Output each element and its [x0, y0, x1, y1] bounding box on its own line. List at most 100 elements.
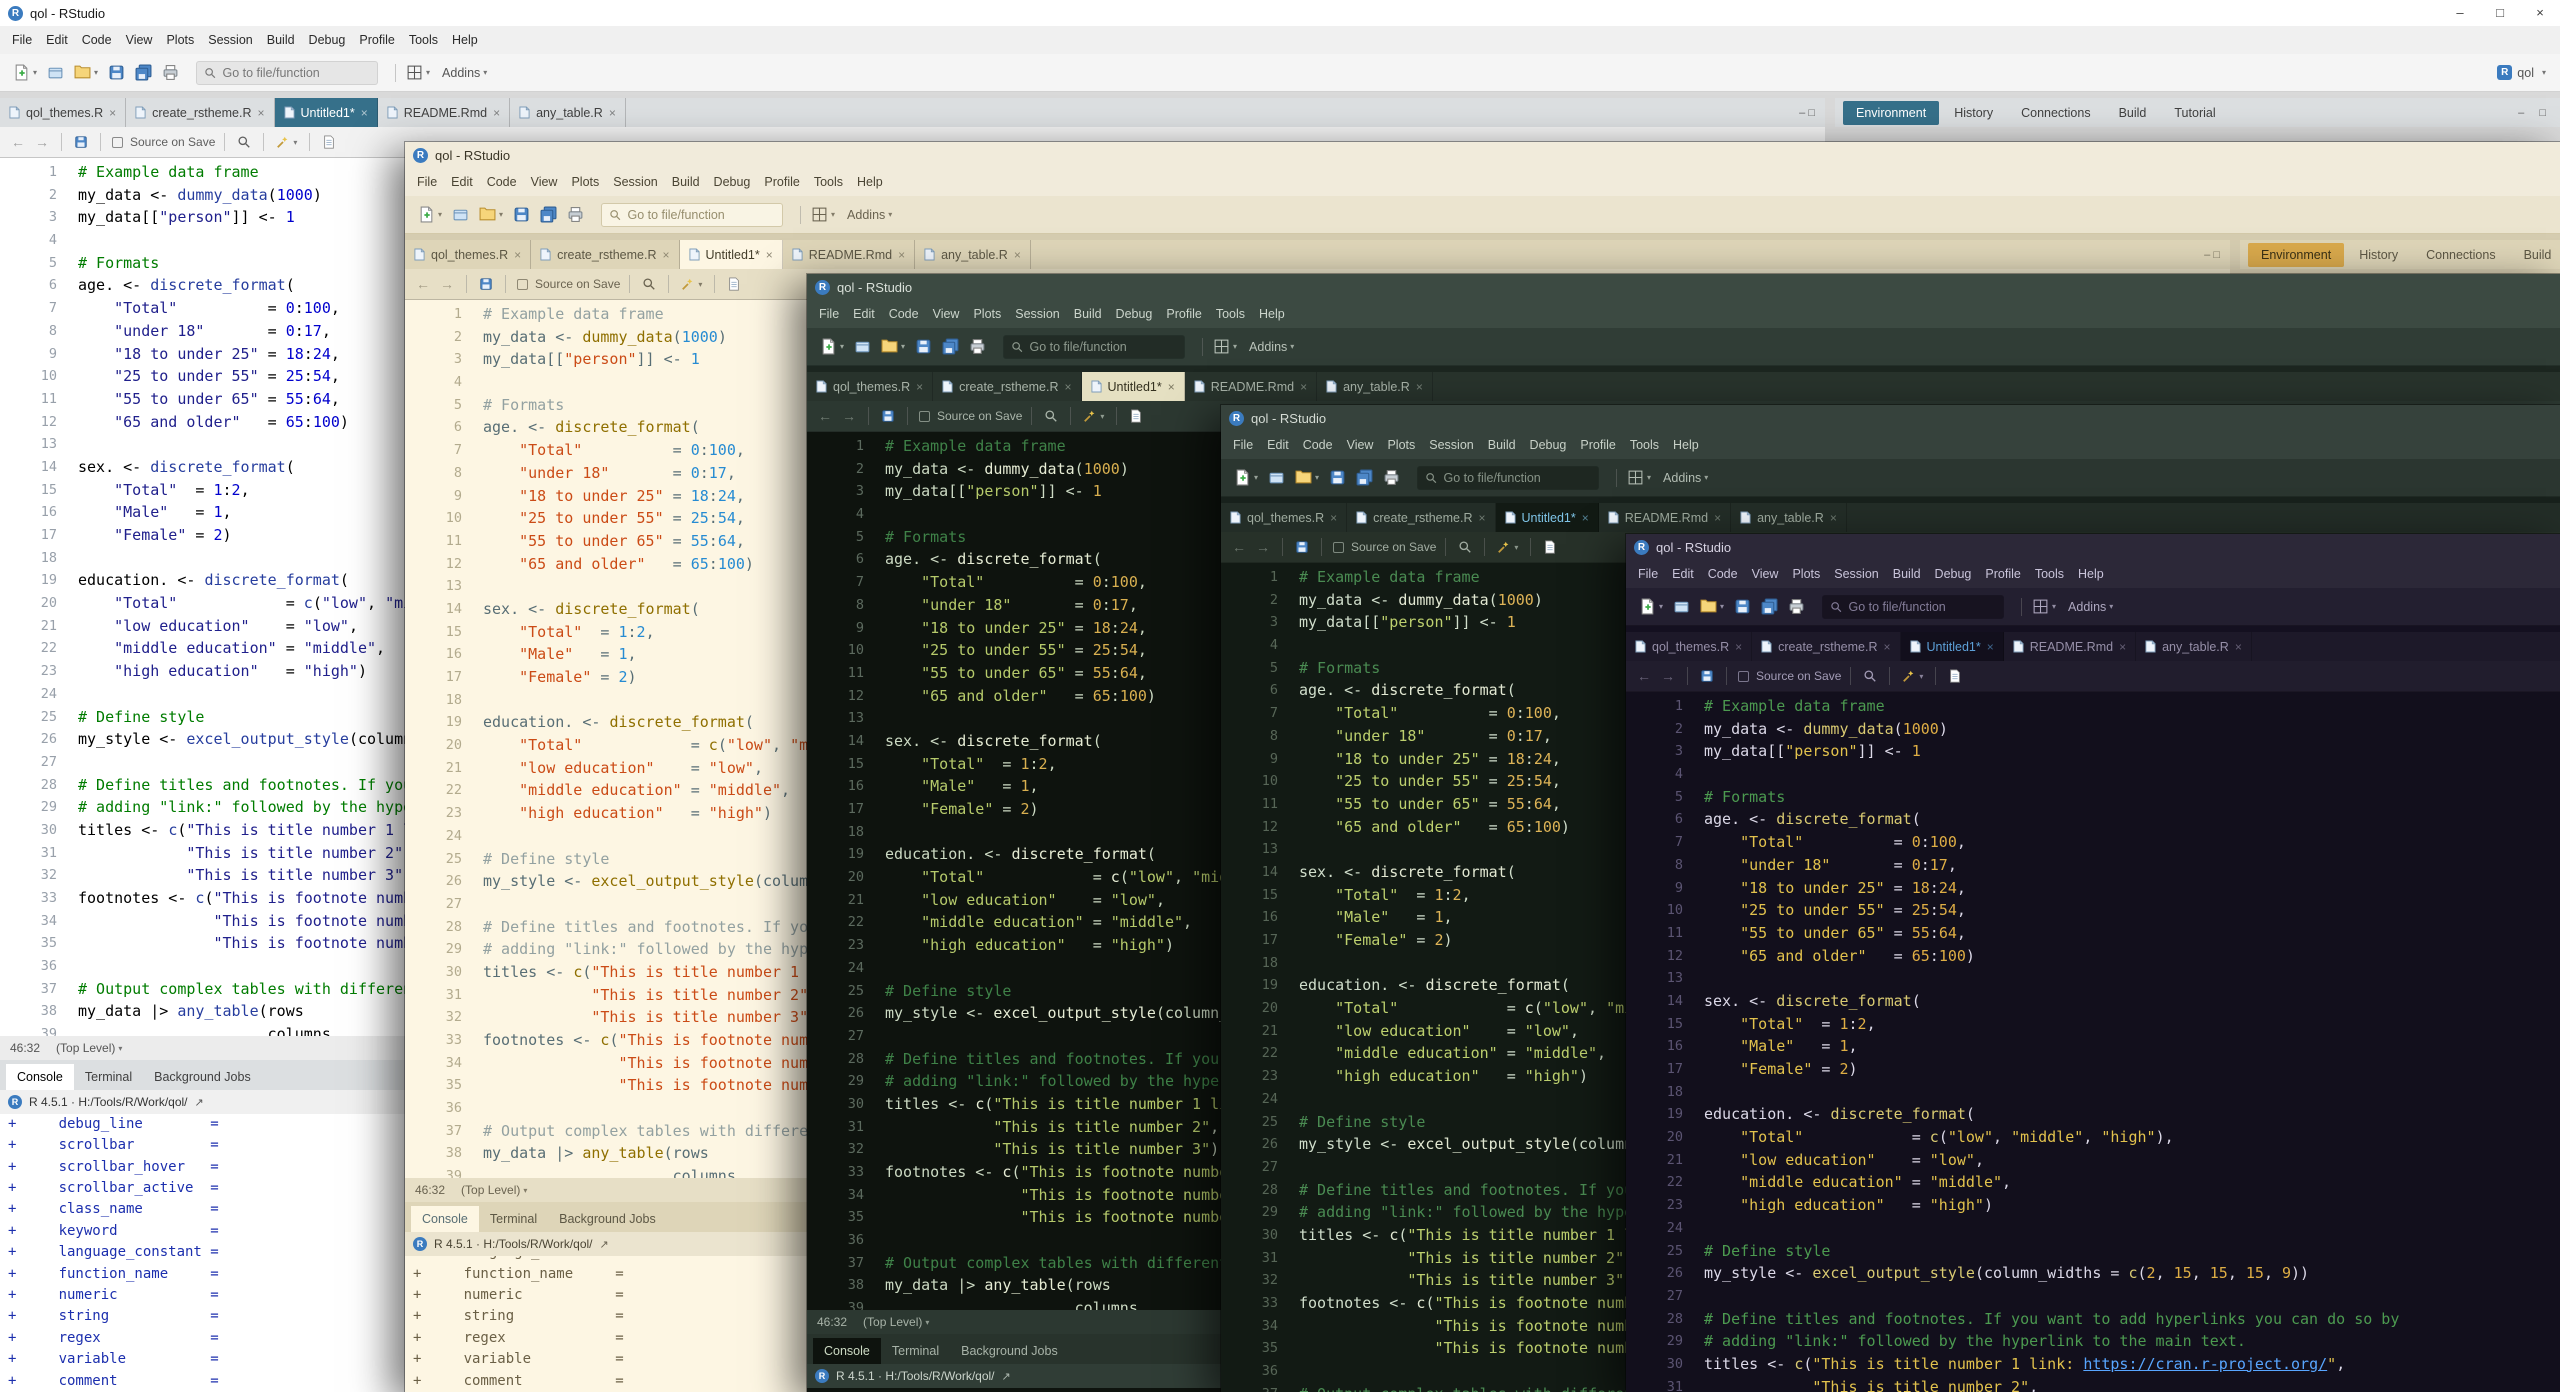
menu-plots[interactable]: Plots: [564, 175, 606, 189]
back-button[interactable]: ←: [413, 276, 433, 292]
forward-button[interactable]: →: [1253, 539, 1273, 555]
menu-session[interactable]: Session: [1008, 307, 1066, 321]
new-file-button[interactable]: ▾: [8, 61, 42, 84]
close-tab-icon[interactable]: ×: [1300, 380, 1307, 394]
close-tab-icon[interactable]: ×: [2119, 640, 2126, 654]
print-button[interactable]: [562, 203, 589, 226]
new-file-button[interactable]: ▾: [815, 335, 849, 358]
editor-tab-untitled1[interactable]: Untitled1*×: [1496, 503, 1599, 532]
menu-profile[interactable]: Profile: [1159, 307, 1208, 321]
menu-help[interactable]: Help: [445, 33, 485, 47]
close-tab-icon[interactable]: ×: [1065, 380, 1072, 394]
save-all-button[interactable]: [535, 203, 562, 226]
window-titlebar[interactable]: R qol - RStudio – □ ×: [0, 0, 2560, 26]
console-tab-background-jobs[interactable]: Background Jobs: [548, 1206, 667, 1232]
back-button[interactable]: ←: [8, 134, 28, 150]
compile-report-button[interactable]: [1945, 667, 1965, 685]
close-tab-icon[interactable]: ×: [361, 106, 368, 120]
console-tab-console[interactable]: Console: [411, 1206, 479, 1232]
find-replace-button[interactable]: [1860, 667, 1880, 685]
menu-file[interactable]: File: [410, 175, 444, 189]
forward-button[interactable]: →: [437, 276, 457, 292]
print-button[interactable]: [157, 61, 184, 84]
pane-layout-button[interactable]: ▾: [806, 203, 840, 226]
editor-tab-untitled1[interactable]: Untitled1*×: [1901, 632, 2004, 661]
menu-build[interactable]: Build: [260, 33, 302, 47]
close-tab-icon[interactable]: ×: [1582, 511, 1589, 525]
menu-help[interactable]: Help: [850, 175, 890, 189]
find-replace-button[interactable]: [639, 275, 659, 293]
goto-input-field[interactable]: [1848, 600, 1996, 614]
menu-build[interactable]: Build: [665, 175, 707, 189]
pane-tab-build[interactable]: Build: [2511, 243, 2560, 267]
goto-input-field[interactable]: [1029, 340, 1177, 354]
save-source-button[interactable]: [71, 133, 91, 151]
close-tab-icon[interactable]: ×: [898, 248, 905, 262]
goto-input-field[interactable]: [627, 208, 775, 222]
pane-layout-button[interactable]: ▾: [401, 61, 435, 84]
save-button[interactable]: [508, 203, 535, 226]
editor-tab-qol-themes-r[interactable]: qol_themes.R×: [1221, 503, 1347, 532]
new-project-button[interactable]: [42, 61, 69, 84]
source-pane-minmax-icons[interactable]: – □: [1799, 98, 1825, 127]
menu-code[interactable]: Code: [75, 33, 119, 47]
addins-menu[interactable]: Addins ▾: [435, 63, 494, 83]
editor-tab-readme-rmd[interactable]: README.Rmd×: [783, 240, 915, 269]
console-tab-terminal[interactable]: Terminal: [479, 1206, 548, 1232]
open-file-button[interactable]: ▾: [69, 61, 103, 84]
menu-session[interactable]: Session: [1827, 567, 1885, 581]
menu-help[interactable]: Help: [1252, 307, 1292, 321]
editor-tab-readme-rmd[interactable]: README.Rmd×: [378, 98, 510, 127]
menu-edit[interactable]: Edit: [1665, 567, 1701, 581]
compile-report-button[interactable]: [724, 275, 744, 293]
menu-edit[interactable]: Edit: [846, 307, 882, 321]
back-button[interactable]: ←: [1229, 539, 1249, 555]
close-tab-icon[interactable]: ×: [1714, 511, 1721, 525]
goto-file-function-input[interactable]: [1417, 466, 1599, 490]
code-url-link[interactable]: https://cran.r-project.org/: [2083, 1355, 2327, 1373]
compile-report-button[interactable]: [319, 133, 339, 151]
source-on-save-checkbox[interactable]: [1738, 671, 1749, 682]
code-tools-button[interactable]: ▾: [1899, 667, 1926, 685]
pane-tab-tutorial[interactable]: Tutorial: [2161, 101, 2228, 125]
code-tools-button[interactable]: ▾: [273, 133, 300, 151]
editor-tab-create-rstheme-r[interactable]: create_rstheme.R×: [1752, 632, 1900, 661]
source-on-save-checkbox[interactable]: [1333, 542, 1344, 553]
save-button[interactable]: [1324, 466, 1351, 489]
pane-tab-history[interactable]: History: [2346, 243, 2411, 267]
goto-input-field[interactable]: [1443, 471, 1591, 485]
editor-tab-qol-themes-r[interactable]: qol_themes.R×: [807, 372, 933, 401]
menu-debug[interactable]: Debug: [1928, 567, 1979, 581]
console-tab-terminal[interactable]: Terminal: [881, 1338, 950, 1364]
close-tab-icon[interactable]: ×: [1987, 640, 1994, 654]
open-file-button[interactable]: ▾: [1290, 466, 1324, 489]
editor-tab-qol-themes-r[interactable]: qol_themes.R×: [0, 98, 126, 127]
console-tab-console[interactable]: Console: [6, 1064, 74, 1090]
close-tab-icon[interactable]: ×: [1735, 640, 1742, 654]
pane-minmax-icons[interactable]: – □: [2518, 107, 2552, 119]
editor-tab-create-rstheme-r[interactable]: create_rstheme.R×: [126, 98, 274, 127]
close-tab-icon[interactable]: ×: [493, 106, 500, 120]
source-on-save-checkbox[interactable]: [112, 137, 123, 148]
menu-tools[interactable]: Tools: [2028, 567, 2071, 581]
new-project-button[interactable]: [849, 335, 876, 358]
editor-tab-untitled1[interactable]: Untitled1*×: [1082, 372, 1185, 401]
editor-tab-any-table-r[interactable]: any_table.R×: [2136, 632, 2252, 661]
editor-tab-any-table-r[interactable]: any_table.R×: [510, 98, 626, 127]
back-button[interactable]: ←: [815, 408, 835, 424]
scope-selector[interactable]: (Top Level) ▾: [56, 1041, 122, 1055]
editor-tab-any-table-r[interactable]: any_table.R×: [1317, 372, 1433, 401]
menu-file[interactable]: File: [1226, 438, 1260, 452]
new-project-button[interactable]: [447, 203, 474, 226]
menu-debug[interactable]: Debug: [1109, 307, 1160, 321]
compile-report-button[interactable]: [1126, 407, 1146, 425]
menu-session[interactable]: Session: [1422, 438, 1480, 452]
source-on-save-checkbox[interactable]: [919, 411, 930, 422]
code-tools-button[interactable]: ▾: [1080, 407, 1107, 425]
menu-session[interactable]: Session: [606, 175, 664, 189]
print-button[interactable]: [1783, 595, 1810, 618]
open-file-button[interactable]: ▾: [474, 203, 508, 226]
console-tab-console[interactable]: Console: [813, 1338, 881, 1364]
save-all-button[interactable]: [130, 61, 157, 84]
print-button[interactable]: [1378, 466, 1405, 489]
